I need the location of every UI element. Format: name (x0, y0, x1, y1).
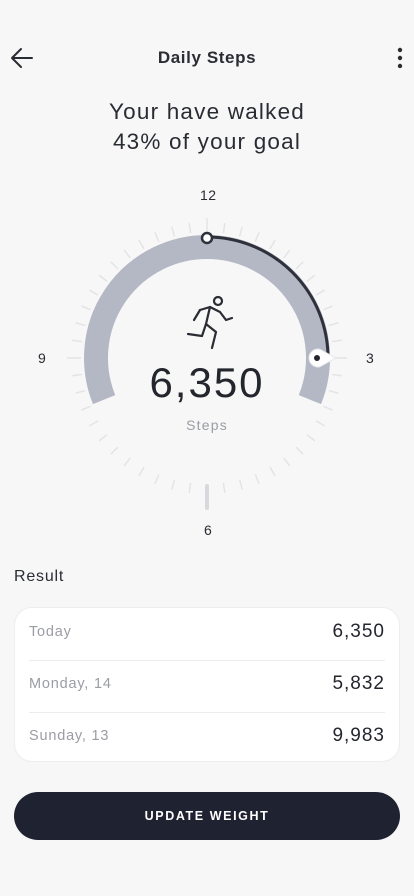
gauge-tick (283, 457, 291, 467)
steps-unit-label: Steps (186, 417, 228, 433)
gauge-tick (238, 479, 243, 490)
gauge-tick (75, 322, 86, 327)
goal-headline: Your have walked 43% of your goal (0, 97, 414, 157)
steps-value: 6,350 (149, 359, 265, 406)
gauge-tick (171, 226, 176, 237)
results-title: Result (14, 568, 65, 585)
gauge-tick (188, 482, 192, 493)
gauge-tick (315, 289, 326, 296)
gauge-tick (295, 261, 304, 270)
gauge-tick (254, 232, 260, 242)
headline-line-1: Your have walked (109, 99, 305, 124)
gauge-tick (98, 274, 108, 282)
gauge-tick (72, 339, 83, 343)
gauge-tick (331, 339, 342, 343)
result-row-label: Today (29, 624, 72, 640)
gauge-tick (138, 466, 145, 477)
gauge-tick (123, 457, 131, 467)
dial-label-top: 12 (200, 187, 217, 203)
gauge-tick (269, 239, 276, 250)
top-bar: Daily Steps (0, 36, 414, 80)
gauge-tick (154, 232, 160, 242)
gauge-tick (254, 474, 260, 484)
headline-line-2: 43% of your goal (112, 129, 302, 154)
dial-label-bottom: 6 (204, 522, 213, 538)
result-row[interactable]: Sunday, 13 9,983 (29, 712, 385, 763)
result-row-value: 5,832 (332, 673, 385, 694)
result-row-value: 6,350 (332, 621, 385, 642)
gauge-tick (283, 249, 291, 259)
gauge-tick (154, 474, 160, 484)
gauge-tick (222, 223, 226, 234)
gauge-tick (323, 305, 333, 311)
gauge-tick (328, 322, 339, 327)
result-row[interactable]: Today 6,350 (29, 608, 385, 661)
gauge-tick (98, 434, 108, 442)
result-row-value: 9,983 (332, 725, 385, 746)
update-weight-button[interactable]: UPDATE WEIGHT (14, 792, 400, 840)
gauge-tick (171, 479, 176, 490)
gauge-tick (188, 223, 192, 234)
gauge-start-knob[interactable] (200, 231, 214, 245)
gauge-tick (238, 226, 243, 237)
gauge-tick (269, 466, 276, 477)
gauge-tick (295, 446, 304, 455)
gauge-tick (138, 239, 145, 250)
gauge-tick (81, 305, 91, 311)
gauge-tick (306, 274, 316, 282)
page-title: Daily Steps (157, 48, 257, 67)
result-row[interactable]: Monday, 14 5,832 (29, 660, 385, 713)
gauge-bottom-tick (205, 484, 209, 510)
more-vertical-icon (397, 47, 403, 69)
gauge-tick (110, 261, 119, 270)
gauge-tick (88, 289, 99, 296)
result-row-label: Sunday, 13 (29, 728, 110, 744)
running-person-icon (186, 295, 234, 350)
more-options-button[interactable] (392, 44, 408, 72)
gauge-ticks (67, 218, 347, 498)
gauge-tick (306, 434, 316, 442)
result-row-label: Monday, 14 (29, 676, 112, 692)
gauge-tick (123, 249, 131, 259)
gauge-tick (222, 482, 226, 493)
results-card: Today 6,350 Monday, 14 5,832 Sunday, 13 … (14, 607, 400, 762)
gauge-tick (110, 446, 119, 455)
